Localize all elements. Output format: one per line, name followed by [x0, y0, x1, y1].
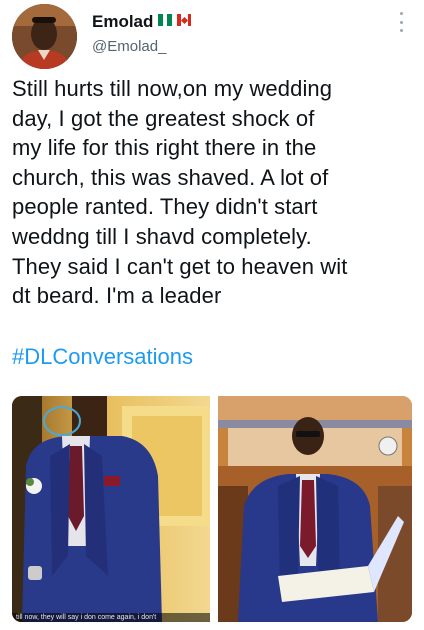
- tweet-text: Still hurts till now,on my wedding day, …: [12, 76, 348, 309]
- tweet-card: Emolad @Emolad_ Still hurts till now,on …: [0, 0, 424, 630]
- user-handle[interactable]: @Emolad_: [92, 38, 166, 55]
- media-image-left[interactable]: [12, 396, 210, 622]
- nigeria-flag-icon: [158, 14, 173, 26]
- media-image-right[interactable]: [218, 396, 412, 622]
- hashtag-link[interactable]: #DLConversations: [12, 344, 193, 370]
- more-options-icon[interactable]: [394, 12, 408, 32]
- media-caption: till now, they will say i don come again…: [12, 613, 210, 622]
- display-name[interactable]: Emolad: [92, 12, 153, 32]
- flags: [158, 14, 191, 26]
- avatar[interactable]: [12, 4, 77, 69]
- canada-flag-icon: [177, 14, 191, 26]
